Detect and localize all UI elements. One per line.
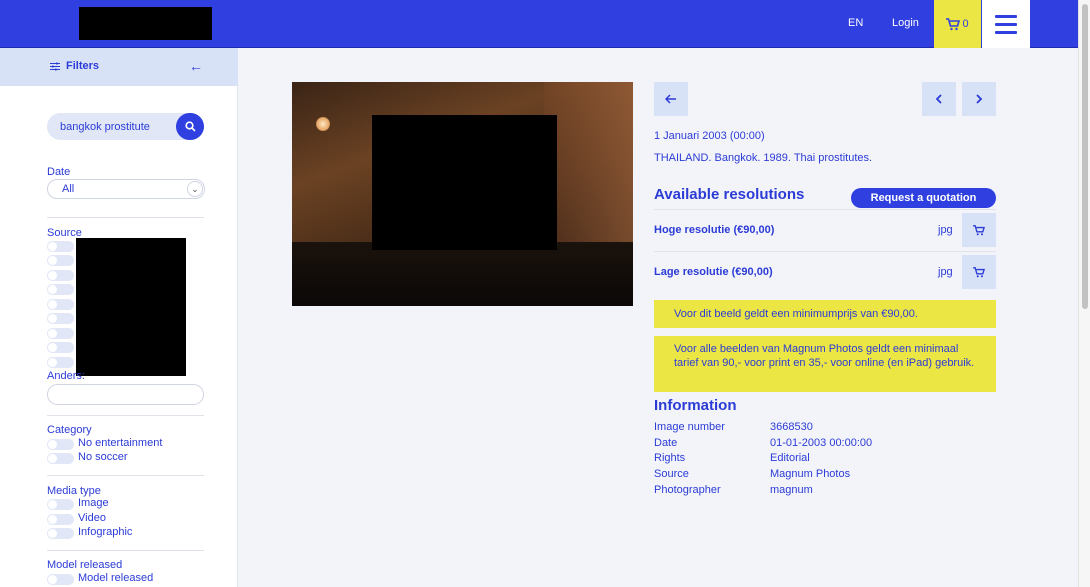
menu-button[interactable] [982, 0, 1030, 48]
source-toggle[interactable] [47, 299, 74, 310]
resolution-low-format: jpg [938, 266, 953, 278]
date-select-value: All [62, 183, 75, 195]
previous-image-button[interactable] [922, 82, 956, 116]
source-toggle[interactable] [47, 328, 74, 339]
search-button[interactable] [176, 113, 204, 140]
source-other-input[interactable] [47, 384, 204, 405]
media-type-option-label: Image [78, 497, 109, 509]
divider [654, 251, 996, 252]
minimum-price-notice: Voor dit beeld geldt een minimumprijs va… [654, 300, 996, 328]
back-button[interactable] [654, 82, 688, 116]
model-released-filter-title: Model released [47, 559, 123, 571]
info-key: Image number [654, 421, 725, 433]
divider [47, 550, 204, 551]
source-toggle[interactable] [47, 284, 74, 295]
info-value: Magnum Photos [770, 468, 851, 480]
info-key: Date [654, 437, 678, 449]
source-toggle[interactable] [47, 313, 74, 324]
chevron-right-icon [976, 94, 983, 104]
page-scrollbar[interactable] [1078, 0, 1090, 587]
photo-detail [316, 117, 330, 131]
divider [47, 217, 204, 218]
model-released-toggle[interactable] [47, 574, 74, 585]
info-key: Source [654, 468, 689, 480]
category-option-label: No soccer [78, 451, 128, 463]
chevron-down-icon: ⌄ [187, 181, 203, 197]
category-toggle[interactable] [47, 439, 74, 450]
chevron-left-icon [935, 94, 942, 104]
resolution-high-label: Hoge resolutie (€90,00) [654, 224, 775, 236]
resolution-low-label: Lage resolutie (€90,00) [654, 266, 773, 278]
info-value: magnum [770, 484, 813, 496]
category-option-label: No entertainment [78, 437, 163, 449]
information-title: Information [654, 397, 737, 414]
arrow-left-icon [665, 94, 676, 104]
source-toggle[interactable] [47, 357, 74, 368]
filters-label: Filters [66, 60, 100, 72]
collapse-filters-arrow-icon[interactable]: ← [189, 58, 203, 74]
scroll-thumb[interactable] [1082, 4, 1088, 309]
source-toggle[interactable] [47, 255, 74, 266]
media-type-option-label: Infographic [78, 526, 133, 538]
media-type-toggle[interactable] [47, 528, 74, 539]
date-filter-title: Date [47, 166, 71, 178]
cart-button[interactable]: 0 [934, 0, 981, 48]
add-high-res-to-cart-button[interactable] [962, 213, 996, 247]
model-released-option-label: Model released [78, 572, 154, 584]
resolution-high-format: jpg [938, 224, 953, 236]
cart-count: 0 [962, 18, 969, 30]
info-key: Rights [654, 452, 686, 464]
login-link[interactable]: Login [892, 17, 919, 29]
cart-icon [973, 266, 985, 277]
filters-sidebar: Filters ← Date All ⌄ Source Anders: Cate… [0, 48, 238, 587]
source-toggle[interactable] [47, 342, 74, 353]
divider [654, 209, 996, 210]
cart-icon [946, 17, 961, 30]
language-switch[interactable]: EN [848, 17, 863, 29]
info-value: Editorial [770, 452, 810, 464]
photo-redacted [372, 115, 557, 250]
source-list-redacted [76, 238, 186, 376]
media-type-filter-title: Media type [47, 485, 101, 497]
magnum-tariff-notice: Voor alle beelden van Magnum Photos geld… [654, 336, 996, 392]
category-filter-title: Category [47, 424, 92, 436]
source-toggle[interactable] [47, 270, 74, 281]
media-type-toggle[interactable] [47, 499, 74, 510]
next-image-button[interactable] [962, 82, 996, 116]
source-other-label: Anders: [47, 370, 85, 382]
logo-redacted[interactable] [79, 7, 212, 40]
add-low-res-to-cart-button[interactable] [962, 255, 996, 289]
search-input[interactable] [60, 119, 164, 134]
search-icon [184, 121, 196, 132]
media-type-toggle[interactable] [47, 514, 74, 525]
photo-detail [292, 242, 633, 306]
divider [47, 415, 204, 416]
category-toggle[interactable] [47, 453, 74, 464]
resolutions-title: Available resolutions [654, 186, 805, 203]
image-caption: THAILAND. Bangkok. 1989. Thai prostitute… [654, 152, 873, 164]
divider [47, 475, 204, 476]
info-key: Photographer [654, 484, 721, 496]
filters-header: Filters ← [0, 48, 238, 86]
source-toggle[interactable] [47, 241, 74, 252]
media-type-option-label: Video [78, 512, 106, 524]
search-box [47, 113, 204, 140]
filters-toggle[interactable]: Filters [50, 60, 99, 72]
request-quotation-button[interactable]: Request a quotation [851, 188, 996, 208]
image-date: 1 Januari 2003 (00:00) [654, 130, 765, 142]
hamburger-icon [995, 14, 1017, 18]
cart-icon [973, 224, 985, 235]
info-value: 3668530 [770, 421, 813, 433]
top-header: EN Login 0 [0, 0, 1078, 48]
main-photo[interactable] [292, 82, 633, 306]
info-value: 01-01-2003 00:00:00 [770, 437, 873, 449]
sliders-icon [50, 62, 60, 70]
date-select[interactable]: All ⌄ [47, 179, 205, 199]
